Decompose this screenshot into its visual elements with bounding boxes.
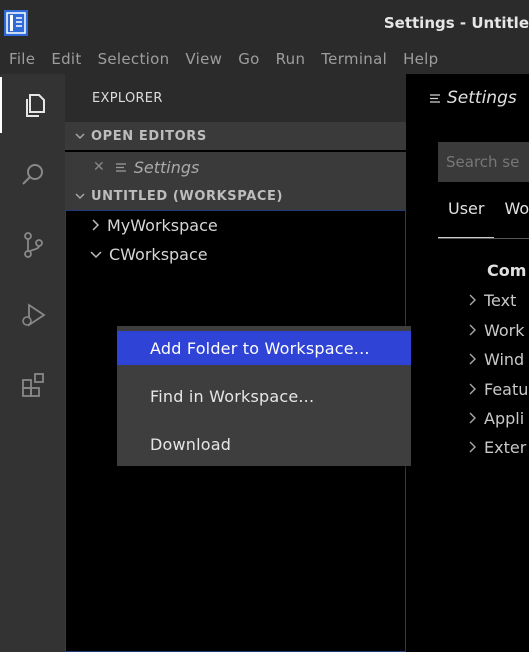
menu-item-find-in-workspace[interactable]: Find in Workspace... (117, 379, 411, 413)
chevron-right-icon (469, 412, 476, 424)
section-label: OPEN EDITORS (91, 128, 207, 144)
category-item[interactable]: Work (468, 318, 525, 342)
category-label: Work (484, 320, 525, 340)
section-label: UNTITLED (WORKSPACE) (91, 188, 284, 204)
activity-source-control[interactable] (0, 217, 65, 273)
tab-user[interactable]: User (438, 199, 495, 238)
chevron-right-icon (469, 383, 476, 395)
explorer-icon (25, 94, 45, 117)
context-menu: Add Folder to Workspace... Find in Works… (117, 326, 411, 466)
menu-item-download[interactable]: Download (117, 427, 411, 461)
open-editor-item[interactable]: ✕ Settings (65, 152, 406, 182)
menu-view[interactable]: View (185, 50, 222, 68)
category-label: Text (484, 290, 517, 310)
sidebar-header: EXPLORER (65, 74, 406, 122)
folder-label: CWorkspace (109, 244, 208, 264)
activity-search[interactable] (0, 147, 65, 203)
category-item[interactable]: Wind (468, 347, 524, 371)
chevron-right-icon (469, 353, 476, 365)
menu-bar: File Edit Selection View Go Run Terminal… (0, 44, 529, 74)
category-label: Appli (484, 408, 525, 428)
window-title: Settings - Untitle (383, 14, 529, 32)
menu-item-label: Find in Workspace... (150, 386, 315, 406)
scope-tabs: User Wo (438, 199, 529, 239)
settings-editor: Settings Search se User Wo Com Text Work… (406, 74, 529, 652)
tree-folder-cworkspace[interactable]: CWorkspace (66, 240, 208, 268)
category-item[interactable]: Exter (468, 435, 526, 459)
category-item[interactable]: Text (468, 288, 516, 312)
activity-explorer[interactable] (0, 77, 65, 133)
settings-file-icon (430, 93, 440, 103)
category-item[interactable]: Appli (468, 406, 524, 430)
section-workspace[interactable]: UNTITLED (WORKSPACE) (65, 182, 406, 210)
settings-search-input[interactable]: Search se (438, 142, 529, 182)
menu-help[interactable]: Help (403, 50, 438, 68)
menu-run[interactable]: Run (276, 50, 306, 68)
scope-divider (438, 238, 529, 239)
category-label: Exter (484, 437, 527, 457)
tab-settings[interactable]: Settings (406, 74, 529, 122)
menu-file[interactable]: File (9, 50, 35, 68)
menu-edit[interactable]: Edit (51, 50, 81, 68)
source-control-icon (23, 232, 43, 258)
chevron-right-icon (469, 324, 476, 336)
section-open-editors[interactable]: OPEN EDITORS (65, 122, 406, 150)
sidebar-title: EXPLORER (92, 91, 163, 106)
extensions-icon (21, 373, 44, 397)
menu-terminal[interactable]: Terminal (321, 50, 387, 68)
chevron-right-icon (469, 294, 476, 306)
close-icon[interactable]: ✕ (93, 159, 105, 175)
folder-label: MyWorkspace (107, 215, 218, 235)
search-placeholder: Search se (446, 153, 520, 171)
category-title: Com (487, 261, 527, 280)
menu-item-add-folder-to-workspace[interactable]: Add Folder to Workspace... (117, 331, 411, 365)
activity-run-debug[interactable] (0, 287, 65, 343)
open-editor-label: Settings (133, 157, 200, 177)
tab-workspace[interactable]: Wo (494, 199, 529, 239)
chevron-right-icon (469, 441, 476, 453)
category-label: Wind (484, 349, 525, 369)
app-logo-icon (4, 10, 28, 36)
tab-label: Settings (447, 88, 517, 108)
menu-go[interactable]: Go (238, 50, 259, 68)
search-icon (21, 164, 43, 185)
menu-item-label: Add Folder to Workspace... (150, 338, 370, 358)
run-debug-icon (21, 303, 46, 327)
category-item[interactable]: Featu (468, 377, 528, 401)
tree-folder-myworkspace[interactable]: MyWorkspace (66, 211, 218, 239)
menu-item-label: Download (150, 434, 232, 454)
activity-bar (0, 74, 65, 652)
chevron-right-icon (92, 219, 100, 231)
settings-file-icon (115, 162, 126, 172)
category-label: Featu (484, 379, 529, 399)
chevron-down-icon (90, 251, 102, 259)
chevron-down-icon (75, 133, 85, 139)
menu-selection[interactable]: Selection (98, 50, 170, 68)
activity-extensions[interactable] (0, 357, 65, 413)
chevron-down-icon (75, 193, 85, 199)
title-bar: Settings - Untitle (0, 0, 529, 44)
